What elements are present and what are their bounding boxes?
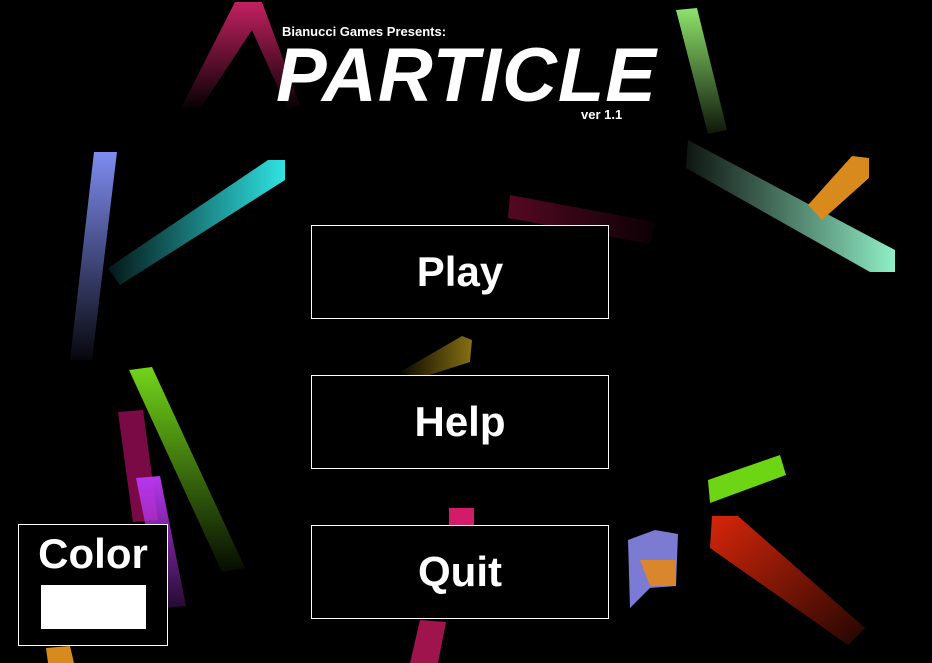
game-screen: Bianucci Games Presents: PARTICLE ver 1.…	[0, 0, 932, 663]
particle-streak	[808, 156, 869, 220]
particle-streak	[410, 620, 446, 663]
color-label: Color	[38, 530, 148, 577]
particle-streak	[46, 646, 74, 663]
play-button[interactable]: Play	[311, 225, 609, 319]
game-title: PARTICLE	[276, 33, 657, 118]
version-text: ver 1.1	[581, 107, 623, 122]
color-picker-button[interactable]: Color	[18, 524, 168, 646]
particle-streak	[70, 152, 117, 360]
quit-button[interactable]: Quit	[311, 525, 609, 619]
particle-streak	[108, 160, 285, 285]
particle-streak	[676, 8, 727, 134]
help-button[interactable]: Help	[311, 375, 609, 469]
color-swatch[interactable]	[41, 585, 146, 629]
particle-streak	[449, 508, 474, 525]
particle-streak	[400, 336, 472, 378]
particle-streak	[708, 455, 786, 503]
particle-streak	[710, 516, 865, 645]
